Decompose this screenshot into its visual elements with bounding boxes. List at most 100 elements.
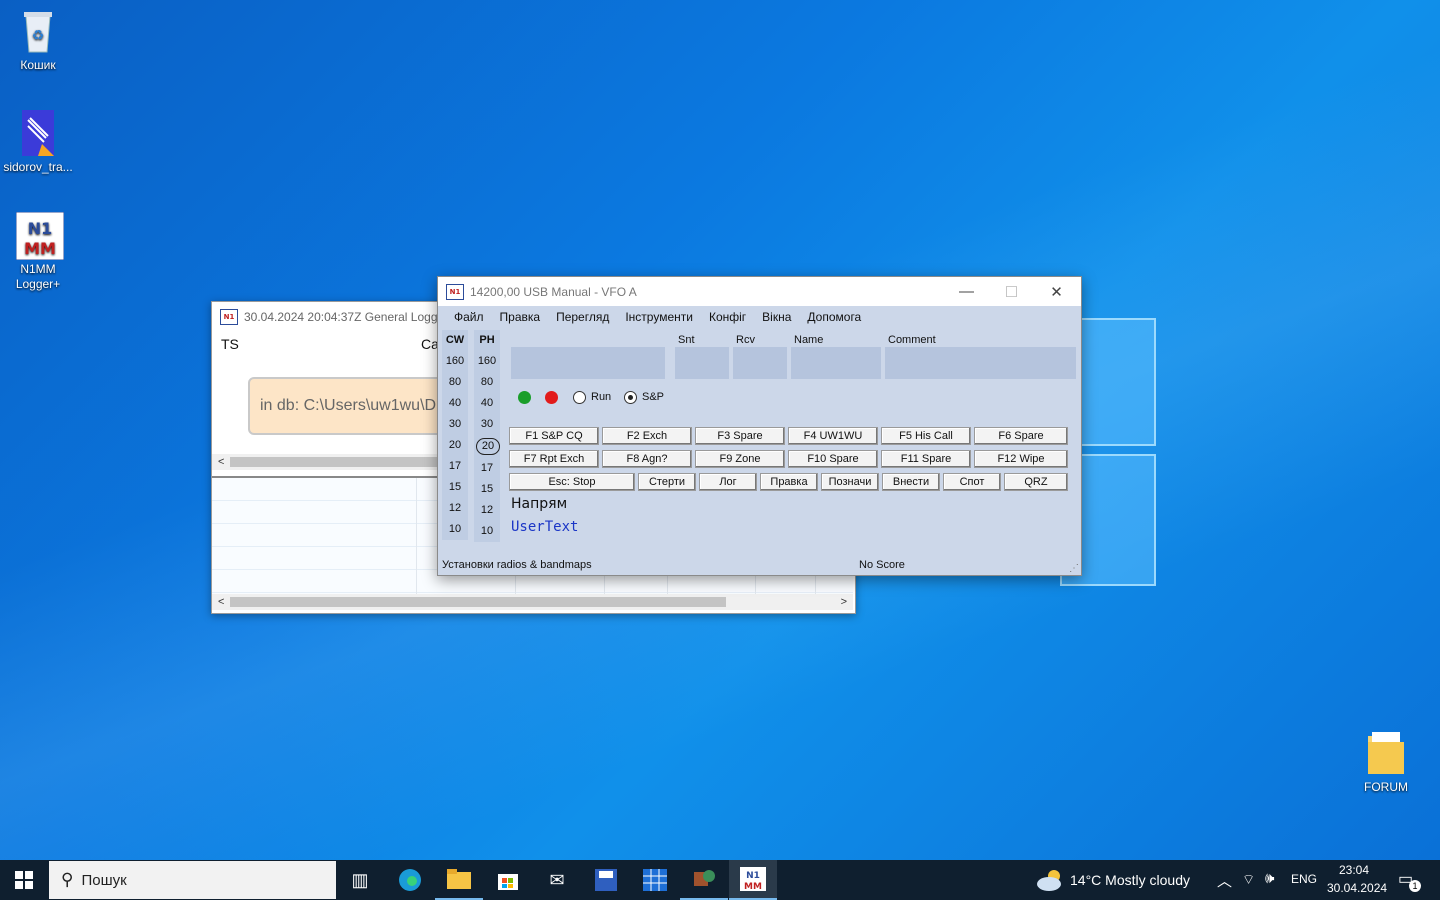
qrz-button[interactable]: QRZ — [1004, 473, 1068, 491]
edge-browser-icon[interactable] — [386, 860, 434, 900]
band-ph-10[interactable]: 10 — [474, 521, 500, 542]
scroll-right-icon[interactable]: > — [841, 596, 847, 608]
volume-icon[interactable]: 🕪 — [1265, 870, 1274, 887]
snt-input[interactable] — [675, 347, 729, 379]
chevron-up-icon[interactable]: ︿ — [1217, 870, 1232, 891]
recycle-bin-icon: ♻ — [16, 8, 60, 54]
band-ph-160[interactable]: 160 — [474, 351, 500, 372]
band-cw-20[interactable]: 20 — [442, 435, 468, 456]
esc-stop-button[interactable]: Esc: Stop — [509, 473, 635, 491]
scrollbar-thumb[interactable] — [230, 457, 438, 467]
network-icon[interactable]: ⌔ — [1242, 871, 1255, 889]
scroll-left-icon[interactable]: < — [218, 456, 224, 468]
band-cw-12[interactable]: 12 — [442, 498, 468, 519]
status-left[interactable]: Установки radios & bandmaps — [442, 559, 592, 571]
language-indicator[interactable]: ENG — [1291, 872, 1317, 886]
spot-button[interactable]: Спот — [943, 473, 1001, 491]
f1-button[interactable]: F1 S&P CQ — [509, 427, 599, 445]
maximize-icon[interactable]: ☐ — [989, 277, 1034, 306]
svg-text:♻: ♻ — [32, 27, 45, 43]
n1mm-app-icon: N1 — [220, 309, 238, 325]
task-view-icon[interactable]: ▥ — [336, 860, 384, 900]
band-ph-80[interactable]: 80 — [474, 372, 500, 393]
clock-date[interactable]: 30.04.2024 — [1327, 881, 1387, 895]
menu-edit[interactable]: Правка — [492, 310, 549, 324]
store-icon[interactable] — [484, 860, 532, 900]
menu-config[interactable]: Конфіг — [701, 310, 754, 324]
weather-text[interactable]: 14°C Mostly cloudy — [1070, 872, 1190, 888]
close-icon[interactable]: ✕ — [1034, 277, 1079, 306]
desktop-icon-forum[interactable]: FORUM — [1348, 730, 1424, 795]
band-cw-15[interactable]: 15 — [442, 477, 468, 498]
mark-button[interactable]: Позначи — [821, 473, 879, 491]
sp-radio[interactable] — [624, 391, 637, 404]
menu-tools[interactable]: Інструменти — [617, 310, 701, 324]
band-cw-10[interactable]: 10 — [442, 519, 468, 540]
desktop-icon-sidorov[interactable]: sidorov_tra... — [0, 110, 76, 175]
n1mm-taskbar-icon[interactable]: N1 MM — [729, 860, 777, 900]
edit-button[interactable]: Правка — [760, 473, 818, 491]
column-ts[interactable]: TS — [221, 336, 239, 352]
n1mm-app-icon: N1 — [446, 283, 464, 300]
f4-button[interactable]: F4 UW1WU — [788, 427, 878, 445]
grid-app-icon[interactable] — [631, 860, 679, 900]
log-button[interactable]: Лог — [699, 473, 757, 491]
name-input[interactable] — [791, 347, 881, 379]
sp-label: S&P — [642, 391, 665, 403]
network-app-icon[interactable] — [680, 860, 728, 900]
scroll-left-icon[interactable]: < — [218, 596, 224, 608]
band-cw-160[interactable]: 160 — [442, 351, 468, 372]
horizontal-scrollbar[interactable]: < — [212, 454, 438, 470]
window-title: 14200,00 USB Manual - VFO A — [470, 284, 637, 299]
f7-button[interactable]: F7 Rpt Exch — [509, 450, 599, 468]
store-button[interactable]: Внести — [882, 473, 940, 491]
menu-view[interactable]: Перегляд — [548, 310, 617, 324]
f2-button[interactable]: F2 Exch — [602, 427, 692, 445]
file-explorer-icon[interactable] — [435, 860, 483, 900]
band-cw-17[interactable]: 17 — [442, 456, 468, 477]
f5-button[interactable]: F5 His Call — [881, 427, 971, 445]
f12-button[interactable]: F12 Wipe — [974, 450, 1068, 468]
menu-help[interactable]: Допомога — [799, 310, 869, 324]
mail-icon[interactable]: ✉ — [533, 860, 581, 900]
f11-button[interactable]: F11 Spare — [881, 450, 971, 468]
callsign-input[interactable] — [511, 347, 665, 379]
band-ph-15[interactable]: 15 — [474, 479, 500, 500]
run-radio[interactable] — [573, 391, 586, 404]
windows-start-icon — [15, 871, 33, 889]
db-path-banner: in db: C:\Users\uw1wu\D — [248, 377, 448, 435]
desktop-icon-recycle-bin[interactable]: ♻ Кошик — [0, 8, 76, 73]
rcv-input[interactable] — [733, 347, 787, 379]
f8-button[interactable]: F8 Agn? — [602, 450, 692, 468]
desktop-icon-n1mm[interactable]: N1 MM N1MM Logger+ — [0, 211, 76, 292]
taskbar-search[interactable]: ⚲ Пошук — [49, 861, 336, 899]
menu-file[interactable]: Файл — [446, 310, 492, 324]
band-ph-12[interactable]: 12 — [474, 500, 500, 521]
band-ph-40[interactable]: 40 — [474, 393, 500, 414]
band-cw-30[interactable]: 30 — [442, 414, 468, 435]
comment-input[interactable] — [885, 347, 1076, 379]
search-icon: ⚲ — [61, 870, 74, 889]
band-ph-20-selected[interactable]: 20 — [476, 438, 500, 455]
direction-label: Напрям — [511, 496, 568, 512]
entry-window[interactable]: N1 14200,00 USB Manual - VFO A — ☐ ✕ Фай… — [437, 276, 1082, 576]
wipe-button[interactable]: Стерти — [638, 473, 696, 491]
f10-button[interactable]: F10 Spare — [788, 450, 878, 468]
band-cw-80[interactable]: 80 — [442, 372, 468, 393]
resize-grip-icon[interactable]: ⋰ — [1069, 563, 1079, 574]
scrollbar-thumb[interactable] — [230, 597, 726, 607]
f3-button[interactable]: F3 Spare — [695, 427, 785, 445]
menu-windows[interactable]: Вікна — [754, 310, 799, 324]
band-cw-40[interactable]: 40 — [442, 393, 468, 414]
save-app-icon[interactable] — [582, 860, 630, 900]
minimize-icon[interactable]: — — [944, 277, 989, 306]
start-button[interactable] — [0, 860, 48, 900]
horizontal-scrollbar-bottom[interactable]: < > — [212, 594, 853, 610]
f6-button[interactable]: F6 Spare — [974, 427, 1068, 445]
f9-button[interactable]: F9 Zone — [695, 450, 785, 468]
notification-count: 1 — [1409, 880, 1421, 892]
weather-cloud-icon[interactable] — [1036, 868, 1064, 897]
band-ph-30[interactable]: 30 — [474, 414, 500, 435]
clock-time[interactable]: 23:04 — [1339, 863, 1369, 877]
band-ph-17[interactable]: 17 — [474, 458, 500, 479]
